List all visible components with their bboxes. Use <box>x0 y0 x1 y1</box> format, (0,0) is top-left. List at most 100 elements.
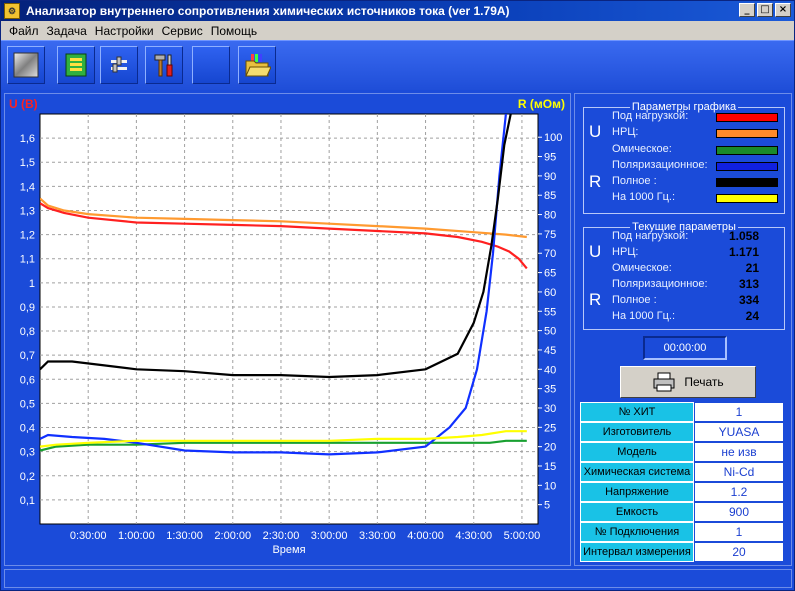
info-value[interactable]: Ni-Cd <box>694 462 784 482</box>
series-color-swatch[interactable] <box>716 162 778 171</box>
battery-info-table: № ХИТ 1 Изготовитель YUASA Модель не изв Химич… <box>580 402 784 562</box>
plot-area <box>39 113 539 525</box>
current-param-label: НРЦ: <box>612 246 639 258</box>
elapsed-timer: 00:00:00 <box>643 336 727 360</box>
r-letter: R <box>589 172 602 191</box>
y-left-tick-label: 1,4 <box>20 181 35 193</box>
y-left-tick-label: 1,2 <box>20 230 35 242</box>
open-folder-button[interactable] <box>238 46 276 84</box>
info-value[interactable]: 900 <box>694 502 784 522</box>
series-color-swatch[interactable] <box>716 129 778 138</box>
status-bar <box>4 569 792 588</box>
print-button[interactable]: Печать <box>620 366 756 398</box>
info-key: Напряжение <box>580 482 694 502</box>
y-right-tick-label: 15 <box>544 461 556 473</box>
menu-file[interactable]: Файл <box>5 24 43 38</box>
x-tick-label: 5:00:00 <box>504 530 541 542</box>
x-tick-label: 3:00:00 <box>311 530 348 542</box>
tools-button[interactable] <box>145 46 183 84</box>
y-left-tick-label: 0,2 <box>20 471 35 483</box>
y-right-tick-label: 65 <box>544 268 556 280</box>
menu-help[interactable]: Помощь <box>207 24 261 38</box>
measurement-chart[interactable]: 0,1 0,2 0,3 0,4 0,5 0,6 0,7 0,8 0,9 1 1,1 1,2 1,3 1,4… <box>5 94 570 565</box>
title-bar[interactable]: ⚙ Анализатор внутреннего сопротивления х… <box>1 1 794 21</box>
info-value[interactable]: 1 <box>694 402 784 422</box>
graph-param-label: Полное : <box>612 175 657 187</box>
y-right-axis-label: R (мОм) <box>518 97 565 111</box>
minimize-button[interactable]: _ <box>739 3 755 17</box>
y-left-tick-label: 1,3 <box>20 205 35 217</box>
menu-settings[interactable]: Настройки <box>91 24 158 38</box>
graph-param-label: На 1000 Гц.: <box>612 191 676 203</box>
info-value[interactable]: 1.2 <box>694 482 784 502</box>
close-button[interactable]: × <box>775 3 791 17</box>
current-param-label: Под нагрузкой: <box>612 230 689 242</box>
info-key: Интервал измерения <box>580 542 694 562</box>
current-param-value: 1.171 <box>728 245 759 259</box>
current-param-label: Омическое: <box>612 262 672 274</box>
y-right-tick-label: 30 <box>544 403 556 415</box>
graph-param-label: НРЦ: <box>612 126 639 138</box>
series-color-swatch[interactable] <box>716 194 778 203</box>
info-value[interactable]: 20 <box>694 542 784 562</box>
y-left-tick-label: 0,5 <box>20 398 35 410</box>
y-right-tick-label: 60 <box>544 287 556 299</box>
info-value[interactable]: 1 <box>694 522 784 542</box>
app-icon[interactable]: ⚙ <box>4 3 20 19</box>
y-right-tick-label: 35 <box>544 384 556 396</box>
window-title: Анализатор внутреннего сопротивления хим… <box>26 4 510 18</box>
menu-bar: Файл Задача Настройки Сервис Помощь <box>1 21 794 40</box>
menu-task[interactable]: Задача <box>43 24 91 38</box>
y-left-tick-label: 1,6 <box>20 133 35 145</box>
current-param-value: 1.058 <box>728 229 759 243</box>
graph-param-label: Под нагрузкой: <box>612 110 689 122</box>
x-tick-label: 1:30:00 <box>166 530 203 542</box>
printer-icon <box>653 372 675 392</box>
series-color-swatch[interactable] <box>716 146 778 155</box>
info-key: № Подключения <box>580 522 694 542</box>
chart-panel: 0,1 0,2 0,3 0,4 0,5 0,6 0,7 0,8 0,9 1 1,1 1,2 1,3 1,4… <box>4 93 571 566</box>
y-left-axis-label: U (В) <box>9 97 38 111</box>
y-left-tick-label: 1 <box>29 278 35 290</box>
menu-service[interactable]: Сервис <box>158 24 207 38</box>
blank-button[interactable] <box>192 46 230 84</box>
toolbar <box>1 40 794 90</box>
y-right-tick-label: 45 <box>544 345 556 357</box>
new-measurement-button[interactable] <box>7 46 45 84</box>
x-tick-label: 0:30:00 <box>70 530 107 542</box>
u-letter: U <box>589 242 602 261</box>
series-color-swatch[interactable] <box>716 113 778 122</box>
info-key: Модель <box>580 442 694 462</box>
battery-module-button[interactable] <box>57 46 95 84</box>
right-panel: Параметры графика U R Под нагрузкой: НРЦ:… <box>574 93 792 566</box>
graph-param-label: Поляризационное: <box>612 159 708 171</box>
info-row: Емкость 900 <box>580 502 784 522</box>
info-row: Изготовитель YUASA <box>580 422 784 442</box>
maximize-button[interactable]: □ <box>757 3 773 17</box>
metal-plate-icon <box>13 52 39 78</box>
y-right-tick-label: 25 <box>544 422 556 434</box>
info-value[interactable]: не изв <box>694 442 784 462</box>
y-left-tick-label: 0,4 <box>20 423 35 435</box>
series-color-swatch[interactable] <box>716 178 778 187</box>
hammer-screwdriver-icon <box>154 54 173 77</box>
info-value[interactable]: YUASA <box>694 422 784 442</box>
y-left-tick-label: 0,3 <box>20 447 35 459</box>
y-right-tick-label: 40 <box>544 364 556 376</box>
info-row: Модель не изв <box>580 442 784 462</box>
settings-button[interactable] <box>100 46 138 84</box>
info-row: Напряжение 1.2 <box>580 482 784 502</box>
y-right-tick-label: 90 <box>544 171 556 183</box>
info-row: № Подключения 1 <box>580 522 784 542</box>
settings-sliders-icon <box>111 56 127 73</box>
current-param-value: 334 <box>738 293 759 307</box>
y-left-tick-label: 0,7 <box>20 350 35 362</box>
current-param-value: 21 <box>745 261 759 275</box>
y-right-tick-label: 5 <box>544 500 550 512</box>
y-right-tick-label: 20 <box>544 442 556 454</box>
current-param-label: Полное : <box>612 294 657 306</box>
x-tick-label: 4:30:00 <box>455 530 492 542</box>
y-right-tick-label: 80 <box>544 210 556 222</box>
graph-param-label: Омическое: <box>612 143 672 155</box>
info-key: Изготовитель <box>580 422 694 442</box>
